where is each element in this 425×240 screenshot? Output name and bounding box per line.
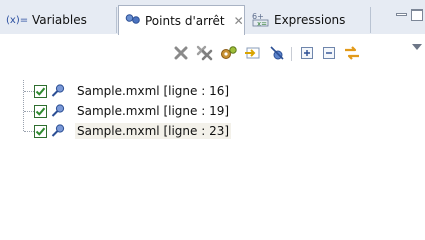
svg-text:(x)=: (x)= (6, 15, 28, 25)
tab-variables[interactable]: (x)= Variables (0, 7, 117, 33)
tree-guide-line (23, 80, 24, 131)
skip-all-breakpoints-icon[interactable] (268, 44, 286, 62)
variables-icon: (x)= (6, 13, 28, 28)
tree-guide-line (24, 111, 34, 112)
breakpoint-label: Sample.mxml [ligne : 23] (75, 123, 232, 139)
tab-label: Variables (32, 13, 87, 27)
tab-breakpoints[interactable]: Points d'arrêt ✕ (118, 5, 245, 35)
show-breakpoints-supported-icon[interactable] (220, 44, 238, 62)
tab-label: Expressions (274, 13, 346, 27)
remove-all-breakpoints-icon[interactable] (196, 44, 214, 62)
maximize-button[interactable] (411, 7, 423, 21)
list-item[interactable]: Sample.mxml [ligne : 19] (34, 101, 231, 121)
remove-breakpoint-icon[interactable] (172, 44, 190, 62)
breakpoint-marker-icon (50, 103, 66, 119)
expand-all-icon[interactable] (298, 44, 316, 62)
tab-label: Points d'arrêt (145, 13, 225, 28)
close-tab-icon[interactable]: ✕ (234, 14, 244, 28)
tree-guide-line (24, 91, 34, 92)
list-item[interactable]: Sample.mxml [ligne : 16] (34, 81, 231, 101)
minimize-button[interactable] (396, 7, 407, 21)
breakpoint-marker-icon (50, 83, 66, 99)
collapse-all-icon[interactable] (320, 44, 338, 62)
view-menu-icon[interactable] (412, 44, 422, 50)
enabled-checkbox[interactable] (34, 124, 47, 138)
breakpoint-label: Sample.mxml [ligne : 16] (77, 84, 230, 98)
expressions-icon: 6+ x= (252, 11, 270, 30)
view-tab-strip: (x)= Variables Points d'arrêt ✕ 6+ x= Ex… (0, 0, 425, 35)
breakpoints-icon (125, 13, 141, 28)
breakpoint-marker-icon (50, 123, 66, 139)
go-to-file-icon[interactable] (244, 44, 262, 62)
enabled-checkbox[interactable] (34, 104, 47, 118)
breakpoint-label: Sample.mxml [ligne : 19] (77, 104, 230, 118)
tree-guide-line (24, 131, 34, 132)
link-with-debug-view-icon[interactable] (343, 44, 361, 62)
list-item[interactable]: Sample.mxml [ligne : 23] (34, 121, 232, 141)
tab-expressions[interactable]: 6+ x= Expressions (246, 7, 371, 33)
toolbar-separator (291, 47, 292, 61)
enabled-checkbox[interactable] (34, 84, 47, 98)
view-toolbar (118, 35, 425, 69)
